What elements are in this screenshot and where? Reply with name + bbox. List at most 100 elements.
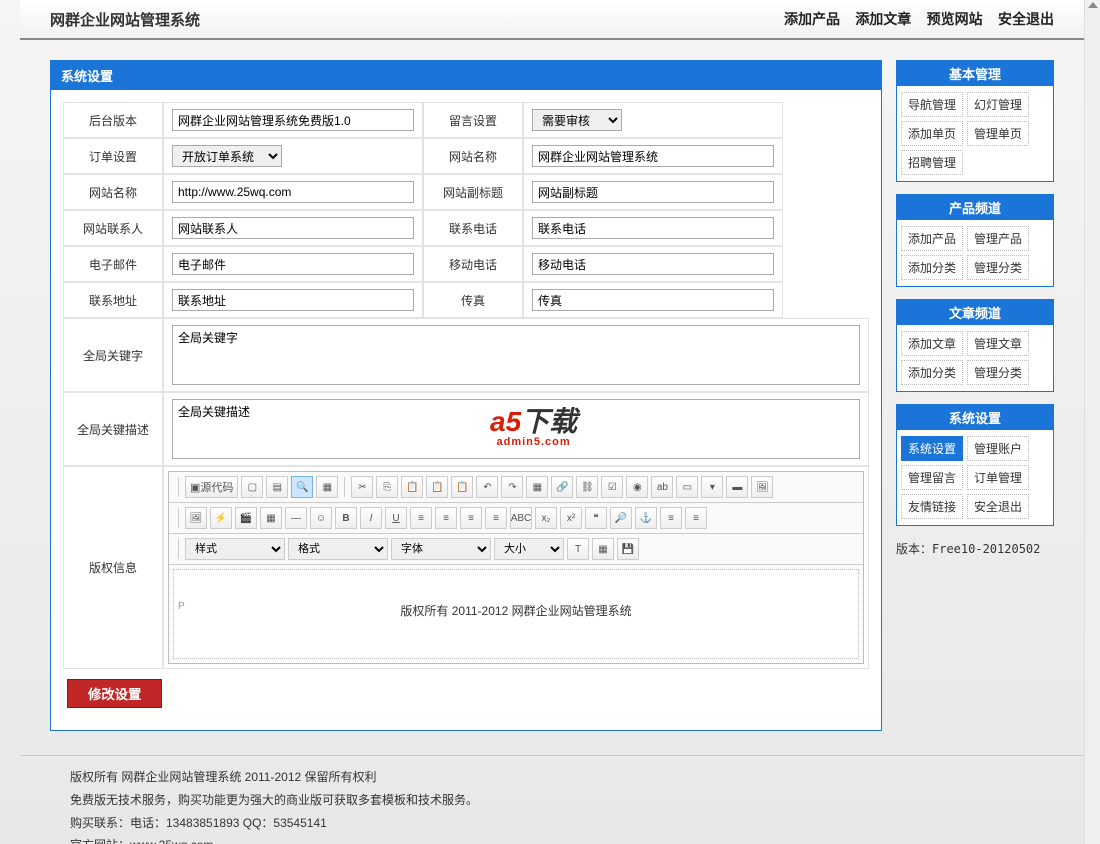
label-phone: 联系电话 [423, 210, 523, 246]
save-icon[interactable]: 💾 [617, 538, 639, 560]
ul-icon[interactable]: ≡ [685, 507, 707, 529]
unlink-icon[interactable]: ⛓ [576, 476, 598, 498]
redo-icon[interactable]: ↷ [501, 476, 523, 498]
media-icon[interactable]: 🎬 [235, 507, 257, 529]
select-format[interactable]: 格式 [288, 538, 388, 560]
cut-icon[interactable]: ✂ [351, 476, 373, 498]
superscript-icon[interactable]: x² [560, 507, 582, 529]
select-guestbook[interactable]: 需要审核 [532, 109, 622, 131]
italic-icon[interactable]: I [360, 507, 382, 529]
input-phone[interactable] [532, 217, 774, 239]
submit-row: 修改设置 [63, 669, 869, 718]
select-style[interactable]: 样式 [185, 538, 285, 560]
label-guestbook: 留言设置 [423, 102, 523, 138]
editor-toolbar-row1: ▣ 源代码 ▢ ▤ 🔍 ▦ ✂ ⎘ 📋 📋 📋 [169, 472, 863, 503]
subscript-icon[interactable]: x₂ [535, 507, 557, 529]
select-order[interactable]: 开放订单系统 [172, 145, 282, 167]
label-site-url: 网站名称 [63, 174, 163, 210]
undo-icon[interactable]: ↶ [476, 476, 498, 498]
nav-preview-site[interactable]: 预览网站 [927, 11, 983, 27]
spellcheck-icon[interactable]: ABC [510, 507, 532, 529]
table2-icon[interactable]: ▦ [260, 507, 282, 529]
template-icon[interactable]: ▦ [316, 476, 338, 498]
sidebar-link-manage-account[interactable]: 管理账户 [967, 436, 1029, 461]
sidebar-link-safe-exit[interactable]: 安全退出 [967, 494, 1029, 519]
sidebar-link-nav-manage[interactable]: 导航管理 [901, 92, 963, 117]
sidebar-link-manage-guestbook[interactable]: 管理留言 [901, 465, 963, 490]
sidebar-link-order-manage[interactable]: 订单管理 [967, 465, 1029, 490]
button-icon[interactable]: ▬ [726, 476, 748, 498]
select-font[interactable]: 字体 [391, 538, 491, 560]
copy-icon[interactable]: ⎘ [376, 476, 398, 498]
input-site-url[interactable] [172, 181, 414, 203]
viewport-scrollbar[interactable] [1084, 0, 1100, 844]
paste-text-icon[interactable]: 📋 [426, 476, 448, 498]
textarea-description[interactable]: 全局关键描述 [172, 399, 860, 459]
input-site-name[interactable] [532, 145, 774, 167]
paste-word-icon[interactable]: 📋 [451, 476, 473, 498]
underline-icon[interactable]: U [385, 507, 407, 529]
sidebar-link-add-product[interactable]: 添加产品 [901, 226, 963, 251]
input-mobile[interactable] [532, 253, 774, 275]
settings-form-grid: 后台版本 留言设置 需要审核 订单设置 开放订单系统 网站名称 网站名称 网站副… [63, 102, 869, 318]
sidebar-link-manage-article[interactable]: 管理文章 [967, 331, 1029, 356]
editor-content[interactable]: P 版权所有 2011-2012 网群企业网站管理系统 [173, 569, 859, 659]
textarea-icon[interactable]: ▭ [676, 476, 698, 498]
input-email[interactable] [172, 253, 414, 275]
input-backend-version[interactable] [172, 109, 414, 131]
textarea-keywords[interactable]: 全局关键字 [172, 325, 860, 385]
sidebar-link-manage-page[interactable]: 管理单页 [967, 121, 1029, 146]
nav-safe-exit[interactable]: 安全退出 [998, 11, 1054, 27]
nav-add-product[interactable]: 添加产品 [784, 11, 840, 27]
sidebar-link-recruit[interactable]: 招聘管理 [901, 150, 963, 175]
sidebar-link-manage-pcat[interactable]: 管理分类 [967, 255, 1029, 280]
text-color-icon[interactable]: T [567, 538, 589, 560]
quote-icon[interactable]: ❝ [585, 507, 607, 529]
nav-add-article[interactable]: 添加文章 [855, 11, 911, 27]
align-right-icon[interactable]: ≡ [460, 507, 482, 529]
sidebar-link-add-pcat[interactable]: 添加分类 [901, 255, 963, 280]
submit-button[interactable]: 修改设置 [67, 679, 162, 708]
find-icon[interactable]: 🔎 [610, 507, 632, 529]
sidebar-link-slideshow[interactable]: 幻灯管理 [967, 92, 1029, 117]
table-icon[interactable]: ▦ [526, 476, 548, 498]
bg-color-icon[interactable]: ▦ [592, 538, 614, 560]
flash-icon[interactable]: ⚡ [210, 507, 232, 529]
sidebar-group-title: 文章频道 [897, 300, 1053, 325]
sidebar-link-add-article[interactable]: 添加文章 [901, 331, 963, 356]
emoji-icon[interactable]: ☺ [310, 507, 332, 529]
paste-icon[interactable]: 📋 [401, 476, 423, 498]
source-button[interactable]: ▣ 源代码 [185, 476, 238, 498]
hr-icon[interactable]: — [285, 507, 307, 529]
select-icon[interactable]: ▾ [701, 476, 723, 498]
sidebar-link-manage-product[interactable]: 管理产品 [967, 226, 1029, 251]
align-justify-icon[interactable]: ≡ [485, 507, 507, 529]
link-icon[interactable]: 🔗 [551, 476, 573, 498]
align-center-icon[interactable]: ≡ [435, 507, 457, 529]
image-icon[interactable]: 🖼 [751, 476, 773, 498]
ol-icon[interactable]: ≡ [660, 507, 682, 529]
select-size[interactable]: 大小 [494, 538, 564, 560]
input-fax[interactable] [532, 289, 774, 311]
top-nav: 添加产品 添加文章 预览网站 安全退出 [772, 9, 1054, 29]
sidebar-link-friend-links[interactable]: 友情链接 [901, 494, 963, 519]
bold-icon[interactable]: B [335, 507, 357, 529]
sidebar-link-add-page[interactable]: 添加单页 [901, 121, 963, 146]
input-subtitle[interactable] [532, 181, 774, 203]
sidebar-link-system-settings[interactable]: 系统设置 [901, 436, 963, 461]
sidebar-link-add-acat[interactable]: 添加分类 [901, 360, 963, 385]
preview-icon[interactable]: ▤ [266, 476, 288, 498]
new-page-icon[interactable]: ▢ [241, 476, 263, 498]
sidebar-link-manage-acat[interactable]: 管理分类 [967, 360, 1029, 385]
input-contact[interactable] [172, 217, 414, 239]
align-left-icon[interactable]: ≡ [410, 507, 432, 529]
radio-icon[interactable]: ◉ [626, 476, 648, 498]
checkbox-icon[interactable]: ☑ [601, 476, 623, 498]
toolbar-separator [178, 539, 179, 559]
anchor-icon[interactable]: ⚓ [635, 507, 657, 529]
label-address: 联系地址 [63, 282, 163, 318]
input-address[interactable] [172, 289, 414, 311]
image2-icon[interactable]: 🖼 [185, 507, 207, 529]
zoom-icon[interactable]: 🔍 [291, 476, 313, 498]
textfield-icon[interactable]: ab [651, 476, 673, 498]
